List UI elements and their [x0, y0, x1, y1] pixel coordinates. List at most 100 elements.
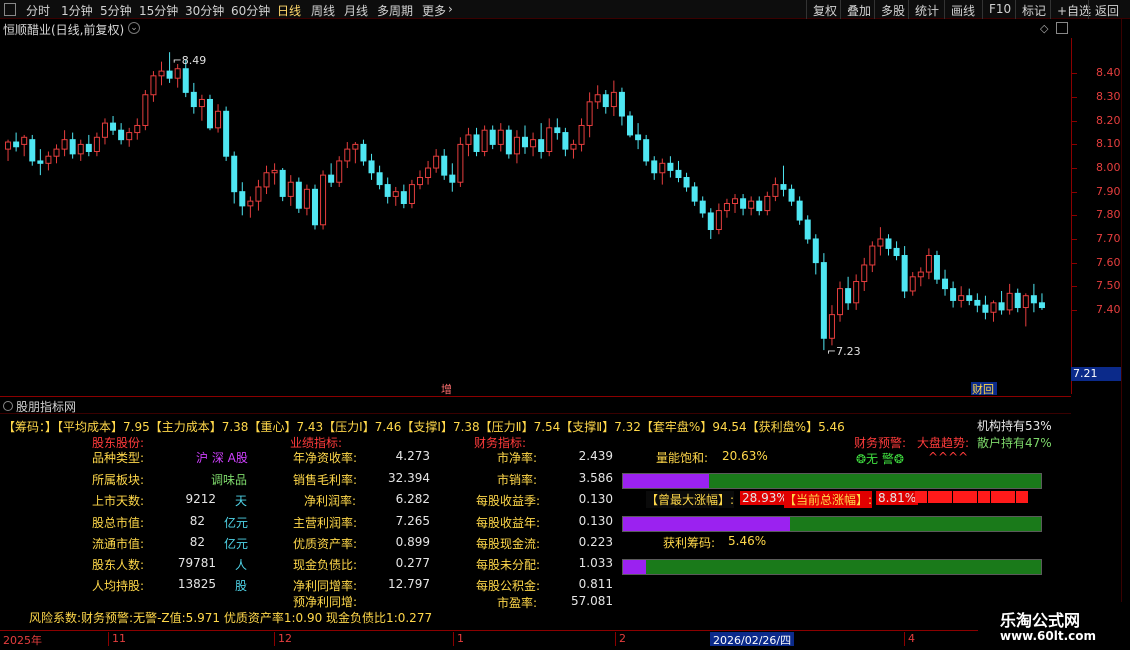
price-tick-mark [1072, 238, 1077, 240]
trend-value: ^^^^ [928, 450, 969, 464]
fin-value: 57.081 [571, 594, 613, 608]
candle-down [845, 288, 852, 304]
candle-up [416, 176, 423, 186]
institution-holding: 机构持有53% [977, 419, 1052, 433]
price-tick: 7.90 [1096, 184, 1121, 198]
toolbar-button[interactable]: 标记 [1015, 0, 1052, 19]
candle-down [295, 181, 302, 209]
candle-up [610, 91, 617, 108]
collapse-icon[interactable] [3, 401, 13, 411]
rise-strength-row [915, 491, 1030, 504]
perf-label: 优质资产率: [293, 537, 358, 551]
price-tick: 8.20 [1096, 113, 1121, 127]
date-cursor-label: 2026/02/26/四 [710, 632, 795, 647]
max-rise-value: 28.93% [740, 491, 790, 505]
fin-label: 每股收益年: [476, 516, 541, 530]
candle-up [320, 174, 327, 226]
candle-up [271, 169, 278, 174]
candle-down [384, 184, 391, 197]
candle-up [748, 200, 755, 209]
strength-square [990, 491, 1003, 503]
candle-up [344, 148, 351, 162]
current-price-box: 7.21 [1071, 367, 1121, 381]
toolbar-button[interactable]: 画线 [944, 0, 981, 19]
chevron-down-icon[interactable]: ⌄ [128, 22, 140, 34]
toolbar-button[interactable]: 叠加 [840, 0, 877, 19]
period-tab[interactable]: 分时 [26, 2, 50, 19]
toolbar-button[interactable]: F10 [982, 0, 1017, 19]
candle-up [255, 186, 262, 202]
date-label: 2025年 [3, 634, 42, 647]
candle-up [336, 160, 343, 183]
candle-down [13, 141, 20, 148]
candle-down [740, 198, 747, 209]
candle-up [586, 101, 593, 126]
candle-up [909, 276, 916, 292]
candle-down [231, 155, 238, 193]
diamond-icon[interactable]: ◇ [1040, 22, 1048, 35]
candle-up [93, 136, 100, 152]
fin-label: 市盈率: [497, 596, 538, 610]
candle-up [958, 295, 965, 301]
perf-label: 销售毛利率: [293, 473, 358, 487]
toolbar-button[interactable]: 多股 [874, 0, 911, 19]
period-tab[interactable]: 周线 [311, 2, 335, 19]
candlestick-chart[interactable]: ⌐8.49 ⌐7.23 增 财回 [0, 19, 1071, 396]
date-label: 2 [615, 632, 626, 646]
stock-unit: 股 [235, 579, 248, 593]
candle-down [311, 188, 318, 226]
price-tick-mark [1072, 73, 1077, 75]
candle-down [796, 200, 803, 221]
price-tick-mark [1072, 144, 1077, 146]
profit-value: 5.46% [728, 534, 767, 548]
period-tab-more[interactable]: 更多 [422, 2, 446, 19]
candle-up [578, 124, 585, 145]
candle-down [449, 174, 456, 183]
toolbar-button[interactable]: 返回 [1088, 0, 1125, 19]
period-tab[interactable]: 多周期 [377, 2, 413, 19]
period-tab[interactable]: 1分钟 [61, 2, 93, 19]
indicator-header: 股朋指标网 [0, 396, 1071, 414]
candle-down [885, 238, 892, 249]
period-tab[interactable]: 60分钟 [231, 2, 270, 19]
sidebar-toggle-icon[interactable] [4, 3, 16, 16]
candle-up [425, 167, 432, 178]
perf-value: 12.797 [388, 577, 430, 591]
stock-value: 82 [189, 514, 205, 528]
date-label: 12 [274, 632, 292, 646]
candle-up [861, 264, 868, 283]
period-tab-active[interactable]: 日线 [277, 2, 301, 19]
price-tick: 7.80 [1096, 208, 1121, 222]
profit-bar-fill [623, 560, 646, 574]
chevron-right-icon[interactable]: › [448, 2, 453, 16]
period-tab[interactable]: 5分钟 [100, 2, 132, 19]
profit-label: 获利筹码: [663, 536, 716, 550]
fin-value: 3.586 [578, 471, 613, 485]
price-tick-mark [1072, 97, 1077, 99]
period-tab[interactable]: 15分钟 [139, 2, 178, 19]
candle-down [376, 172, 383, 186]
candle-up [198, 98, 205, 108]
fin-value: 2.439 [578, 449, 613, 463]
toolbar-button[interactable]: 统计 [908, 0, 945, 19]
candle-up [392, 191, 399, 197]
period-tab[interactable]: 30分钟 [185, 2, 224, 19]
strength-square [1015, 491, 1028, 503]
candle-down [190, 91, 197, 108]
toolbar-button[interactable]: 复权 [806, 0, 843, 19]
settings-icon[interactable] [1056, 22, 1068, 34]
price-tick: 7.50 [1096, 279, 1121, 293]
candle-up [5, 141, 12, 150]
candle-down [974, 299, 981, 306]
candle-up [772, 184, 779, 197]
period-tab[interactable]: 月线 [344, 2, 368, 19]
candle-down [635, 134, 642, 141]
fin-value: 0.223 [578, 535, 613, 549]
candle-up [247, 200, 254, 207]
price-axis: 8.40 8.30 8.20 8.10 8.00 7.90 7.80 7.70 7.60 7.50… [1071, 38, 1121, 394]
candle-up [732, 198, 739, 204]
candle-up [570, 143, 577, 150]
candle-up [408, 184, 415, 204]
footer-line: 风险系数:财务预警:无警-Z值:5.971 优质资产率1:0.90 现金负债比1… [29, 611, 433, 625]
fin-value: 0.130 [578, 514, 613, 528]
